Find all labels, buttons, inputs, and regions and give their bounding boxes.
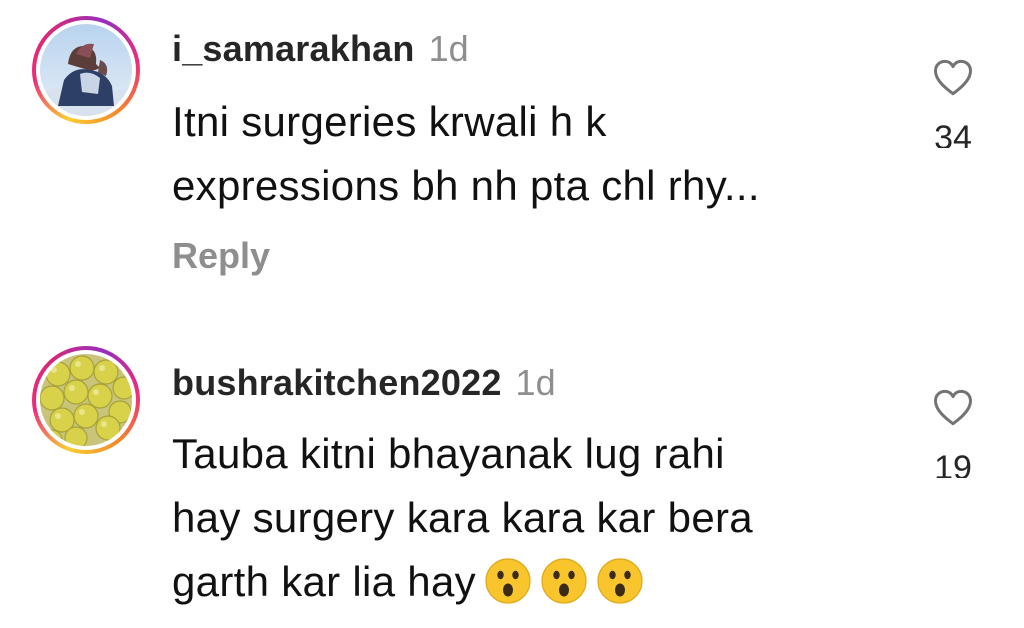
like-area: 19: [918, 388, 988, 478]
story-ring[interactable]: [32, 16, 140, 124]
comment-header: i_samarakhan 1d: [172, 29, 469, 69]
username[interactable]: bushrakitchen2022: [172, 362, 502, 403]
comment-time: 1d: [515, 362, 556, 403]
reply-button[interactable]: Reply: [172, 234, 270, 278]
like-count: 34: [934, 119, 972, 148]
heart-icon[interactable]: [932, 388, 974, 428]
comment-text: Tauba kitni bhayanak lug rahi hay surger…: [172, 422, 872, 614]
hushed-face-emoji-icon: [485, 558, 531, 604]
comment-text-line: hay surgery kara kara kar bera: [172, 494, 753, 541]
avatar-gap: [36, 350, 136, 450]
story-ring[interactable]: [32, 346, 140, 454]
hushed-face-emoji-icon: [541, 558, 587, 604]
comment-text-line: expressions bh nh pta chl rhy...: [172, 162, 760, 209]
comment-text-line: garth kar lia hay: [172, 558, 476, 605]
emoji-group: [484, 557, 644, 605]
comment-time: 1d: [428, 28, 469, 69]
like-count: 19: [934, 449, 972, 478]
hushed-face-emoji-icon: [597, 558, 643, 604]
comment-item: bushrakitchen2022 1d Tauba kitni bhayanak…: [0, 330, 1024, 628]
avatar: [40, 24, 132, 116]
comment-text-line: Tauba kitni bhayanak lug rahi: [172, 430, 725, 477]
comment-text-line: Itni surgeries krwali h k: [172, 98, 607, 145]
comment-text-line-with-emojis: garth kar lia hay: [172, 550, 872, 614]
comment-header: bushrakitchen2022 1d: [172, 363, 556, 403]
like-area: 34: [918, 58, 988, 148]
username[interactable]: i_samarakhan: [172, 28, 415, 69]
heart-icon[interactable]: [932, 58, 974, 98]
avatar-gap: [36, 20, 136, 120]
comment-item: i_samarakhan 1d Itni surgeries krwali h k…: [0, 0, 1024, 300]
comment-text: Itni surgeries krwali h k expressions bh…: [172, 90, 872, 218]
avatar: [40, 354, 132, 446]
